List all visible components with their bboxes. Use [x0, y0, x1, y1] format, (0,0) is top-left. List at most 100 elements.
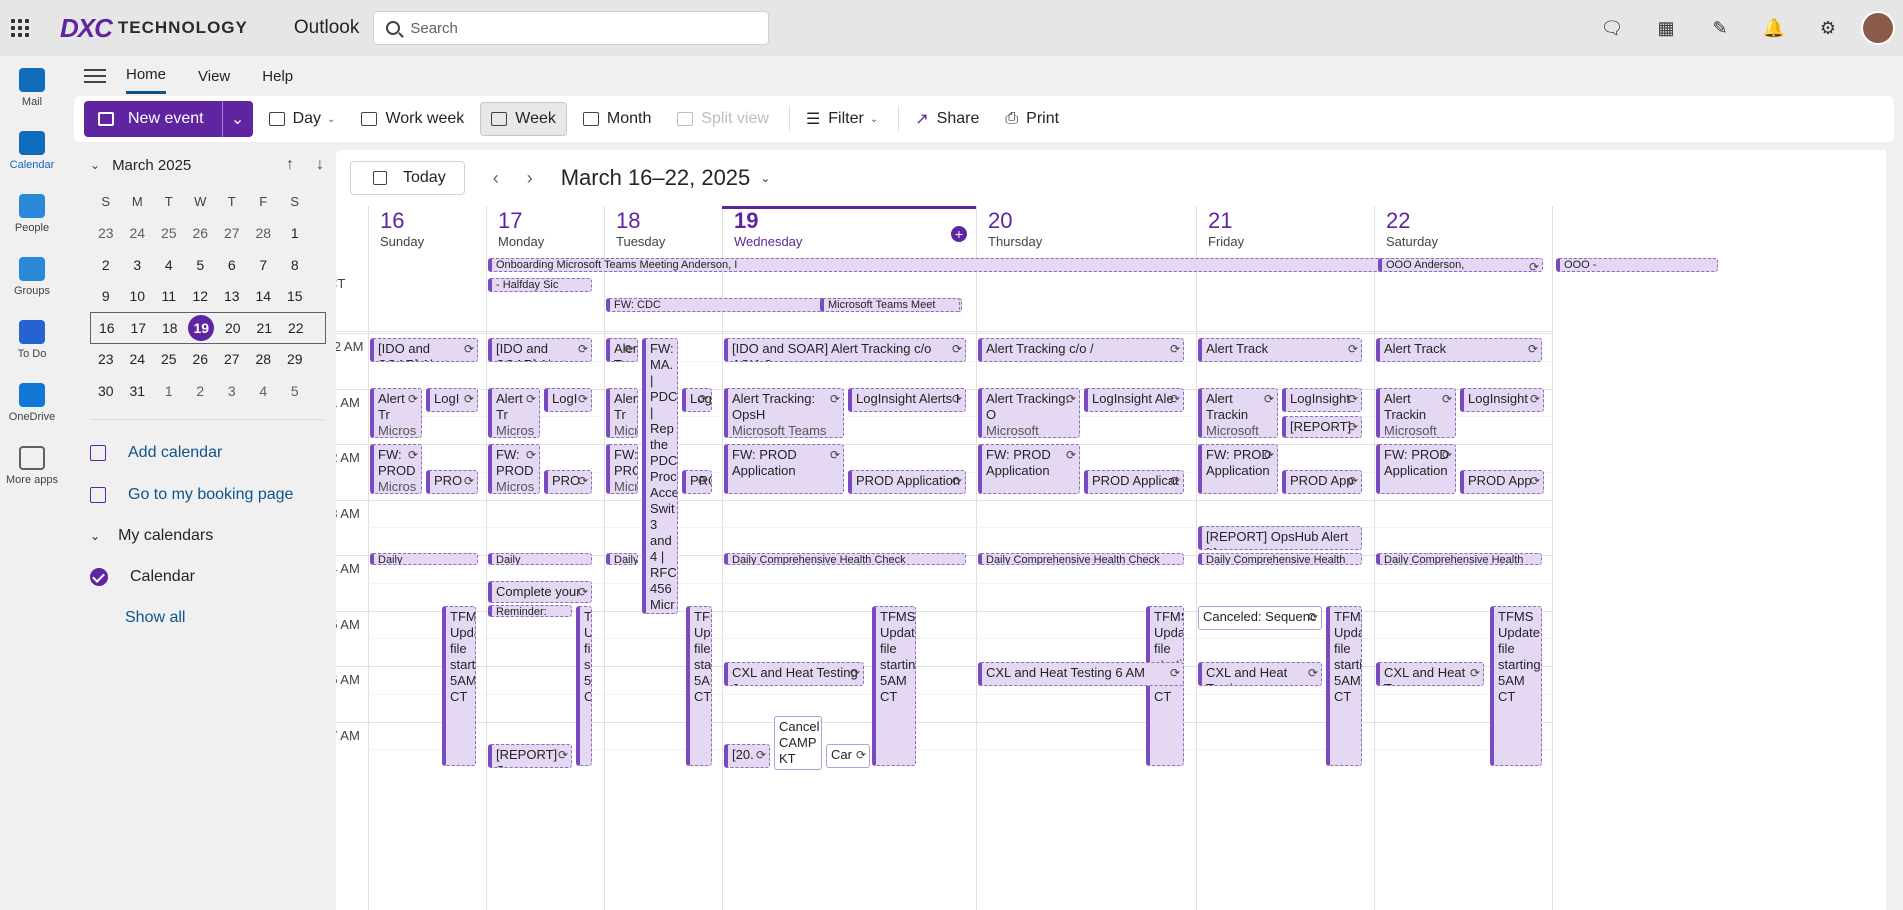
event[interactable]: Reminder: Track D: [488, 605, 572, 617]
event[interactable]: Alert Trackin ⟳ Microsoft Tea: [1198, 388, 1278, 438]
event[interactable]: Daily Comprehensive I: [370, 553, 478, 565]
event[interactable]: Alert Tr ⟳ Micros: [370, 388, 422, 438]
mini-day[interactable]: 25: [153, 225, 185, 241]
add-event-plus-icon[interactable]: +: [951, 226, 967, 242]
event[interactable]: Car ⟳: [826, 744, 870, 768]
arrow-up-icon[interactable]: ↑: [286, 156, 294, 174]
week-view-button[interactable]: Week: [480, 102, 567, 136]
event[interactable]: PRO⟳: [426, 470, 478, 494]
event[interactable]: Alert Tr ⟳ Micros: [488, 388, 540, 438]
mini-day[interactable]: 23: [90, 225, 122, 241]
event[interactable]: LogInsight ⟳: [1460, 388, 1544, 412]
day-header-monday[interactable]: 17 Monday: [486, 208, 604, 256]
event[interactable]: PRO⟳: [544, 470, 592, 494]
event[interactable]: [REPORT] OpsHub Alert M: [1198, 526, 1362, 550]
mini-day[interactable]: 6: [216, 257, 248, 273]
event[interactable]: LogI⟳: [682, 388, 712, 412]
event[interactable]: TFMS Updat file startin 5AM CT: [1326, 606, 1362, 766]
mini-day[interactable]: 19: [186, 314, 218, 341]
filter-button[interactable]: ☰ Filter ⌄: [796, 102, 888, 136]
event[interactable]: Alert Track ⟳: [1198, 338, 1362, 362]
day-header-saturday[interactable]: 22 Saturday: [1374, 208, 1552, 256]
event[interactable]: Alert Tracking: OpsH ⟳ Microsoft Teams Mee: [724, 388, 844, 438]
event[interactable]: [20. ⟳: [724, 744, 770, 768]
tab-view[interactable]: View: [198, 60, 230, 93]
share-button[interactable]: ↗ Share: [905, 102, 989, 136]
today-button[interactable]: Today: [350, 161, 465, 195]
event[interactable]: TFMS Update file starting 5AM CT: [1490, 606, 1542, 766]
allday-event[interactable]: Microsoft Teams Meet: [820, 298, 960, 312]
event[interactable]: LogInsight Alerts I ⟳: [848, 388, 966, 412]
tab-home[interactable]: Home: [126, 58, 167, 94]
mini-day[interactable]: 5: [185, 257, 217, 273]
event[interactable]: CXL and Heat Testi ⟳: [1198, 662, 1322, 686]
chat-icon[interactable]: 🗨: [1585, 8, 1639, 48]
mini-day[interactable]: 4: [153, 257, 185, 273]
day-header-thursday[interactable]: 20 Thursday: [976, 208, 1196, 256]
event[interactable]: TFMS Update file starting 5AM CT: [686, 606, 712, 766]
event[interactable]: [IDO and SOAR] Alert Tracking c/o ASIA 2…: [370, 338, 478, 362]
mini-day[interactable]: 5: [279, 383, 311, 399]
event[interactable]: CXL and Heat Testing 6⟳: [724, 662, 864, 686]
event[interactable]: FW: PROD Application ⟳: [978, 444, 1080, 494]
rail-calendar[interactable]: Calendar: [0, 119, 64, 182]
event[interactable]: Alert Tracking c/o / ⟳: [978, 338, 1184, 362]
event[interactable]: TFMS Update file starting 5AM CT: [576, 606, 592, 766]
rail-groups[interactable]: Groups: [0, 245, 64, 308]
app-launcher-button[interactable]: [0, 8, 40, 48]
allday-event[interactable]: Onboarding Microsoft Teams Meeting Ander…: [488, 258, 1418, 272]
chevron-right-icon[interactable]: ›: [527, 168, 533, 189]
mini-day[interactable]: 16: [91, 320, 123, 336]
event[interactable]: PROD App ⟳: [1282, 470, 1362, 494]
dxc-logo[interactable]: DXC TECHNOLOGY: [60, 13, 248, 44]
mini-day[interactable]: 22: [280, 320, 312, 336]
mini-day[interactable]: 7: [248, 257, 280, 273]
event[interactable]: [IDO and SOAR] Alert Tracking c/o ASIA 2…: [488, 338, 592, 362]
mini-day[interactable]: 14: [248, 288, 280, 304]
mini-day[interactable]: 3: [122, 257, 154, 273]
rail-mail[interactable]: Mail: [0, 56, 64, 119]
day-header-tuesday[interactable]: 18 Tuesday: [604, 208, 722, 256]
mini-day[interactable]: 30: [90, 383, 122, 399]
mini-day[interactable]: 29: [279, 351, 311, 367]
event[interactable]: Alert Tracking: O⟳ Microsoft Teams: [978, 388, 1080, 438]
print-button[interactable]: ⎙ Print: [995, 102, 1069, 136]
rail-more-apps[interactable]: More apps: [0, 434, 64, 497]
event[interactable]: PROD App ⟳: [1460, 470, 1544, 494]
event[interactable]: Daily Comprehensive Health Check: [1198, 553, 1362, 565]
tab-help[interactable]: Help: [262, 60, 293, 93]
event[interactable]: LogInsight ⟳: [1282, 388, 1362, 412]
rail-todo[interactable]: To Do: [0, 308, 64, 371]
day-header-sunday[interactable]: 16 Sunday: [368, 208, 486, 256]
day-view-button[interactable]: Day ⌄: [259, 102, 346, 136]
mini-day[interactable]: 23: [90, 351, 122, 367]
hamburger-menu-icon[interactable]: [84, 65, 106, 87]
event[interactable]: [REPORT] ⟳: [1282, 416, 1362, 438]
avatar[interactable]: [1861, 11, 1895, 45]
event[interactable]: [REPORT] S⟳: [488, 744, 572, 768]
mini-day[interactable]: 4: [248, 383, 280, 399]
gear-icon[interactable]: ⚙: [1801, 8, 1855, 48]
event[interactable]: PRO⟳: [682, 470, 712, 494]
allday-event[interactable]: OOO Anderson, ⟳: [1378, 258, 1543, 272]
chevron-left-icon[interactable]: ‹: [493, 168, 499, 189]
notes-icon[interactable]: ✎: [1693, 8, 1747, 48]
mini-day[interactable]: 1: [153, 383, 185, 399]
mini-day[interactable]: 25: [153, 351, 185, 367]
event[interactable]: FW: PRODMicros: [606, 444, 638, 494]
booking-page-link[interactable]: Go to my booking page: [74, 474, 334, 516]
event[interactable]: Alert Trackin ⟳ Microsoft Tea: [1376, 388, 1456, 438]
day-header-wednesday[interactable]: 19 Wednesday: [722, 208, 976, 256]
mini-day[interactable]: 12: [185, 288, 217, 304]
event[interactable]: LogInsight Ale ⟳: [1084, 388, 1184, 412]
arrow-down-icon[interactable]: ↓: [316, 156, 324, 174]
mini-day[interactable]: 28: [248, 225, 280, 241]
mini-day[interactable]: 31: [122, 383, 154, 399]
allday-event[interactable]: OOO -: [1556, 258, 1718, 272]
event[interactable]: FW: PROD Application ⟳: [724, 444, 844, 494]
mini-day[interactable]: 26: [185, 351, 217, 367]
mini-day[interactable]: 24: [122, 351, 154, 367]
event[interactable]: TFMS Updat file startin 5AM CT: [1146, 606, 1184, 766]
event[interactable]: LogI⟳: [426, 388, 478, 412]
mini-day[interactable]: 2: [90, 257, 122, 273]
